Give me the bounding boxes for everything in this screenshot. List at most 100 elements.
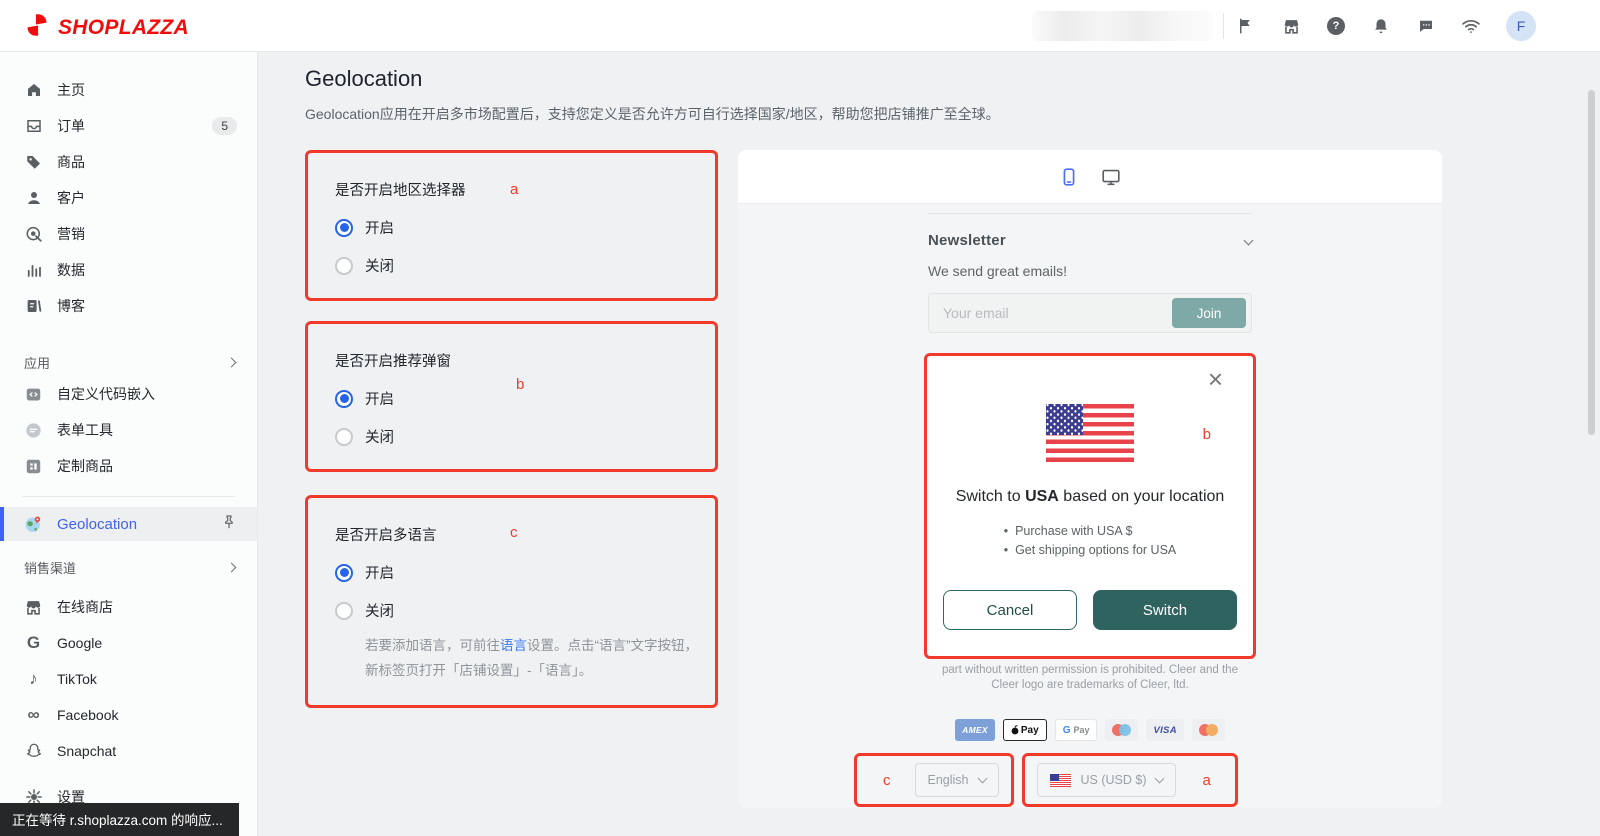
radio-option-off[interactable]: 关闭	[335, 600, 695, 621]
radio-unselected[interactable]	[335, 601, 353, 620]
geolocation-app-icon	[24, 515, 43, 534]
sidebar-item-google[interactable]: G Google	[0, 625, 257, 661]
search-box-blurred[interactable]	[1032, 11, 1213, 41]
sidebar-item-label: TikTok	[57, 671, 97, 687]
annotation-letter-a: a	[1202, 771, 1211, 789]
page-scrollbar[interactable]	[1588, 90, 1595, 435]
radio-selected[interactable]	[335, 218, 353, 237]
sidebar-item-blog[interactable]: 博客	[0, 288, 257, 324]
language-selector[interactable]: English	[914, 763, 999, 797]
sidebar-item-geolocation-active[interactable]: Geolocation	[0, 507, 257, 541]
mastercard-icon	[1105, 719, 1139, 741]
sidebar-item-custom-product[interactable]: 定制商品	[0, 448, 257, 484]
annotation-box-b: 是否开启推荐弹窗 b 开启 关闭	[305, 321, 718, 472]
google-pay-icon: G Pay	[1054, 719, 1098, 741]
radio-unselected[interactable]	[335, 427, 353, 446]
shoplazza-logo-icon	[24, 12, 50, 43]
radio-option-on[interactable]: 开启	[335, 562, 695, 583]
newsletter-email-row: Join	[928, 293, 1252, 333]
section-label: 销售渠道	[24, 560, 77, 576]
modal-title-text: Switch to	[955, 488, 1026, 505]
preview-body: Newsletter We send great emails! Join × …	[738, 204, 1442, 808]
snapchat-icon	[24, 742, 43, 761]
cancel-button[interactable]: Cancel	[943, 590, 1077, 630]
chevron-down-icon	[977, 773, 987, 784]
mastercard-orange-icon	[1191, 719, 1225, 741]
person-icon	[24, 189, 43, 208]
sidebar-item-products[interactable]: 商品	[0, 144, 257, 180]
sidebar-section-channels[interactable]: 销售渠道	[0, 553, 257, 581]
radio-label: 开启	[365, 566, 394, 582]
bullet-item: Purchase with USA $	[1004, 522, 1177, 541]
blog-icon	[24, 297, 43, 316]
radio-option-off[interactable]: 关闭	[335, 255, 695, 276]
close-icon[interactable]: ×	[1208, 366, 1223, 392]
modal-title: Switch to USA based on your location	[937, 488, 1243, 506]
sidebar-item-analytics[interactable]: 数据	[0, 252, 257, 288]
sidebar-item-customers[interactable]: 客户	[0, 180, 257, 216]
modal-title-text: based on your location	[1058, 488, 1225, 505]
chat-icon[interactable]	[1416, 16, 1436, 36]
modal-title-country: USA	[1025, 488, 1059, 505]
sidebar-item-facebook[interactable]: ∞ Facebook	[0, 697, 257, 733]
radio-option-on[interactable]: 开启	[335, 217, 695, 238]
currency-selector[interactable]: US (USD $)	[1036, 763, 1177, 797]
shoplazza-logo[interactable]: SHOPLAZZA	[24, 12, 189, 43]
flag-icon[interactable]	[1236, 16, 1256, 36]
device-toggle-bar	[738, 150, 1442, 204]
notifications-bell-icon[interactable]	[1371, 16, 1391, 36]
language-hint: 若要添加语言，可前往语言设置。点击“语言”文字按钮，新标签页打开「店铺设置」-「…	[365, 633, 710, 683]
custom-product-icon	[24, 457, 43, 476]
user-avatar[interactable]: F	[1506, 11, 1536, 41]
switch-button[interactable]: Switch	[1093, 590, 1237, 630]
sidebar-item-home[interactable]: 主页	[0, 72, 257, 108]
newsletter-subtitle: We send great emails!	[928, 263, 1068, 279]
radio-selected[interactable]	[335, 389, 353, 408]
help-icon[interactable]: ?	[1326, 16, 1346, 36]
radio-label: 开启	[365, 392, 394, 408]
language-value: English	[927, 773, 969, 787]
sidebar-item-label: 客户	[57, 190, 85, 206]
sidebar-item-custom-code[interactable]: 自定义代码嵌入	[0, 376, 257, 412]
gpay-g: G	[1062, 724, 1071, 736]
chevron-down-icon	[1155, 773, 1165, 784]
wifi-icon[interactable]	[1461, 16, 1481, 36]
annotation-letter-c: c	[883, 771, 891, 789]
us-flag-icon	[1049, 773, 1071, 787]
join-button[interactable]: Join	[1172, 298, 1246, 328]
google-icon: G	[26, 633, 41, 652]
meta-icon: ∞	[27, 705, 40, 724]
language-settings-link[interactable]: 语言	[500, 638, 527, 653]
mobile-device-icon[interactable]	[1058, 166, 1080, 188]
sidebar-item-tiktok[interactable]: ♪ TikTok	[0, 661, 257, 697]
sidebar: 主页 订单 5 商品 客户 营销 数据 博客 应用 自定义代码嵌入 表单工具 定…	[0, 52, 258, 836]
annotation-box-a-currency: US (USD $) a	[1021, 753, 1238, 807]
usa-flag	[937, 404, 1243, 462]
desktop-device-icon[interactable]	[1100, 166, 1122, 188]
sidebar-item-online-store[interactable]: 在线商店	[0, 589, 257, 625]
sidebar-section-apps[interactable]: 应用	[0, 348, 257, 376]
orders-count-badge: 5	[212, 117, 237, 135]
radio-label: 开启	[365, 221, 394, 237]
radio-option-on[interactable]: 开启	[335, 388, 695, 409]
sidebar-item-orders[interactable]: 订单 5	[0, 108, 257, 144]
radio-selected[interactable]	[335, 563, 353, 582]
sidebar-item-snapchat[interactable]: Snapchat	[0, 733, 257, 769]
sidebar-item-label: 数据	[57, 262, 85, 278]
app-window: SHOPLAZZA ? F 主页 订单 5 商品 客户 营销 数据 博客 应用 …	[0, 0, 1600, 836]
newsletter-title: Newsletter	[928, 232, 1006, 249]
store-icon	[24, 598, 43, 617]
email-input[interactable]	[943, 305, 1133, 321]
radio-unselected[interactable]	[335, 256, 353, 275]
sidebar-divider	[22, 496, 235, 497]
radio-option-off[interactable]: 关闭	[335, 426, 695, 447]
section-divider	[928, 213, 1252, 214]
sidebar-item-label: Facebook	[57, 707, 119, 723]
pin-icon[interactable]	[221, 514, 237, 534]
newsletter-section-header[interactable]: Newsletter	[928, 232, 1254, 249]
section-label: 应用	[24, 355, 51, 371]
topbar-divider	[1223, 13, 1224, 39]
storefront-icon[interactable]	[1281, 16, 1301, 36]
sidebar-item-marketing[interactable]: 营销	[0, 216, 257, 252]
sidebar-item-form-tool[interactable]: 表单工具	[0, 412, 257, 448]
